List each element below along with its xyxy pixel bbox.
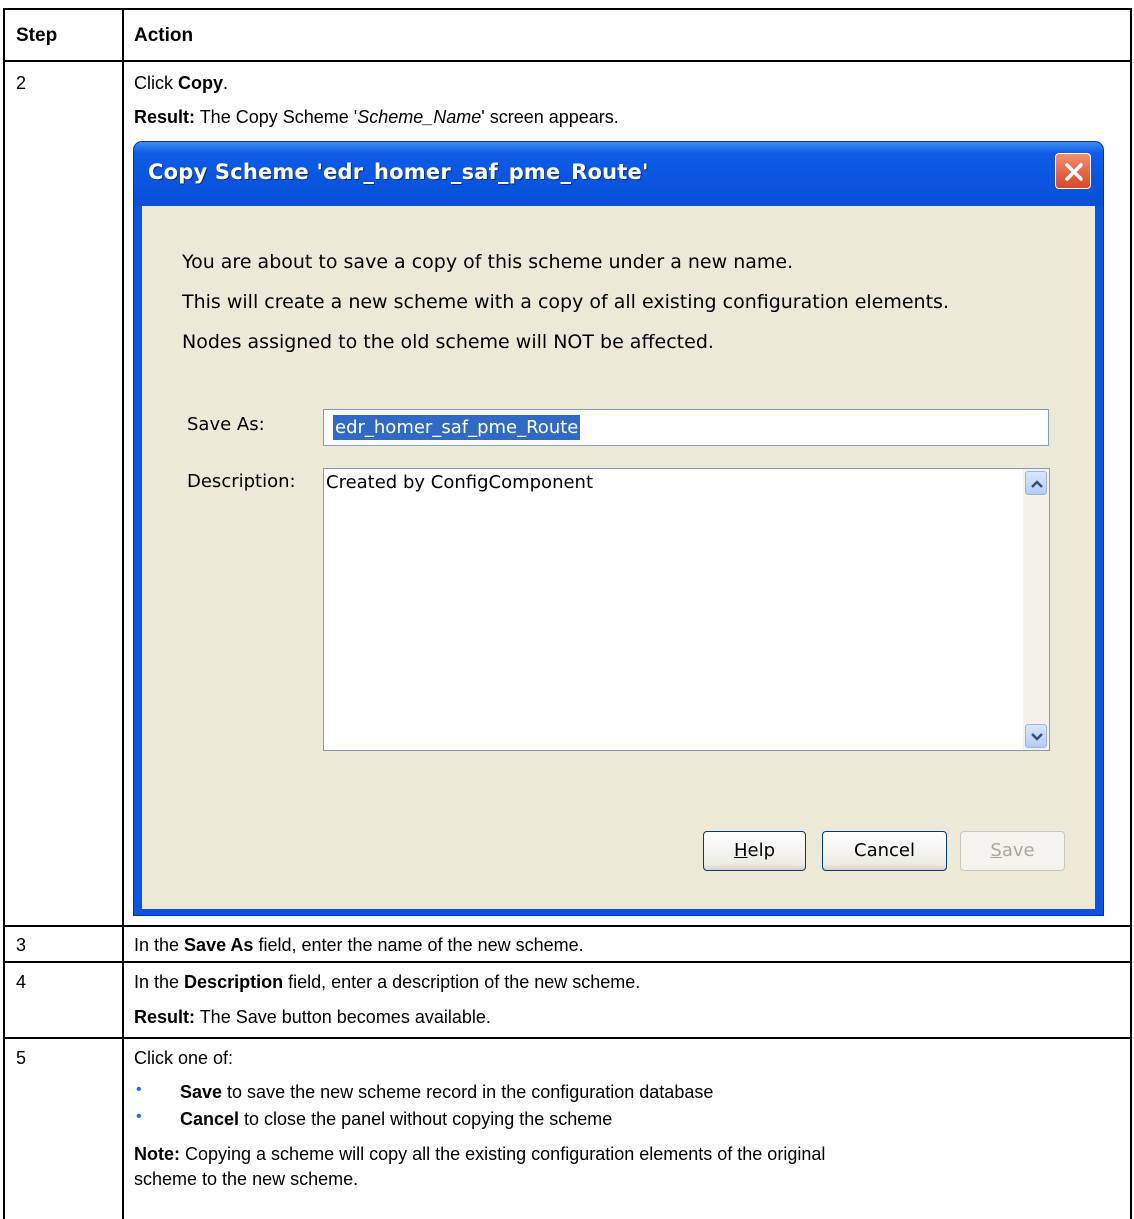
result-label: Result: (134, 107, 196, 127)
help-button[interactable]: Help (703, 831, 806, 871)
bullet-item-cancel: Cancel to close the panel without copyin… (180, 1108, 612, 1130)
bullet-text: to save the new scheme record in the con… (222, 1082, 714, 1102)
instruction-suffix: field, enter a description of the new sc… (283, 972, 641, 992)
save-as-input[interactable]: edr_homer_saf_pme_Route (323, 409, 1049, 446)
column-divider (122, 8, 124, 1219)
step-4-instruction: In the Description field, enter a descri… (134, 971, 640, 993)
note-text: Copying a scheme will copy all the exist… (180, 1144, 826, 1164)
step-number-5: 5 (16, 1048, 27, 1068)
description-label: Description: (187, 471, 296, 492)
bullet-item-save: Save to save the new scheme record in th… (180, 1081, 713, 1103)
bullet-text: to close the panel without copying the s… (239, 1109, 613, 1129)
bullet-bold: Save (180, 1082, 223, 1102)
step-5-intro: Click one of: (134, 1048, 234, 1068)
chevron-up-icon (1031, 480, 1043, 488)
help-mnemonic: H (733, 840, 748, 861)
step-2-instruction: Click Copy. (134, 72, 228, 94)
instruction-bold: Save As (184, 935, 254, 955)
instruction-suffix: field, enter the name of the new scheme. (253, 935, 584, 955)
instruction-bold: Description (184, 972, 284, 992)
bullet-dot: • (136, 1081, 142, 1098)
scroll-up-button[interactable] (1025, 471, 1047, 495)
dialog-title: Copy Scheme 'edr_homer_saf_pme_Route' (148, 160, 649, 184)
step-3-instruction: In the Save As field, enter the name of … (134, 934, 584, 956)
row-divider-3 (3, 961, 1132, 963)
description-scrollbar[interactable] (1023, 469, 1049, 750)
row-divider-4 (3, 1037, 1132, 1039)
header-step: Step (16, 25, 58, 46)
save-label: ave (1001, 840, 1035, 861)
save-mnemonic: S (990, 840, 1002, 861)
bullet-bold: Cancel (180, 1109, 240, 1129)
step-number-3: 3 (16, 935, 27, 955)
dialog-message-1: You are about to save a copy of this sch… (182, 251, 794, 273)
instruction-text: Click (134, 73, 178, 93)
step-5-note-cont: scheme to the new scheme. (134, 1169, 359, 1189)
dialog-message-3: Nodes assigned to the old scheme will NO… (182, 331, 714, 353)
table-left-border (3, 8, 5, 1219)
cancel-button[interactable]: Cancel (822, 831, 947, 871)
table-right-border (1130, 8, 1132, 1219)
copy-scheme-dialog: Copy Scheme 'edr_homer_saf_pme_Route' Yo… (133, 141, 1104, 916)
save-button[interactable]: Save (960, 831, 1065, 871)
bullet-dot: • (136, 1108, 142, 1125)
save-as-label: Save As: (187, 414, 265, 435)
step-4-result: Result: The Save button becomes availabl… (134, 1006, 491, 1028)
scroll-down-button[interactable] (1025, 724, 1047, 748)
header-action: Action (134, 25, 194, 46)
step-2-result: Result: The Copy Scheme 'Scheme_Name' sc… (134, 106, 619, 128)
row-divider-2 (3, 925, 1132, 927)
step-number-2: 2 (16, 73, 27, 93)
note-label: Note: (134, 1144, 180, 1164)
description-textarea[interactable]: Created by ConfigComponent (323, 468, 1050, 751)
result-text-end: ' screen appears. (481, 107, 619, 127)
description-value: Created by ConfigComponent (326, 472, 594, 493)
step-number-4: 4 (16, 972, 27, 992)
instruction-text: In the (134, 935, 185, 955)
result-label: Result: (134, 1007, 196, 1027)
close-button[interactable] (1055, 153, 1091, 189)
instruction-bold: Copy (178, 73, 223, 93)
step-5-note: Note: Copying a scheme will copy all the… (134, 1143, 825, 1165)
help-label: elp (747, 840, 776, 861)
close-icon (1065, 163, 1083, 181)
table-top-border (3, 8, 1132, 10)
save-as-value: edr_homer_saf_pme_Route (333, 415, 581, 440)
dialog-message-2: This will create a new scheme with a cop… (182, 291, 949, 313)
instruction-text: In the (134, 972, 185, 992)
instruction-suffix: . (223, 73, 229, 93)
dialog-body: You are about to save a copy of this sch… (142, 206, 1095, 909)
dialog-titlebar[interactable]: Copy Scheme 'edr_homer_saf_pme_Route' (134, 142, 1103, 206)
chevron-down-icon (1031, 733, 1043, 741)
result-italic: Scheme_Name (357, 107, 482, 127)
result-text: The Copy Scheme ' (195, 107, 358, 127)
result-text: The Save button becomes available. (195, 1007, 491, 1027)
header-divider (3, 60, 1132, 62)
